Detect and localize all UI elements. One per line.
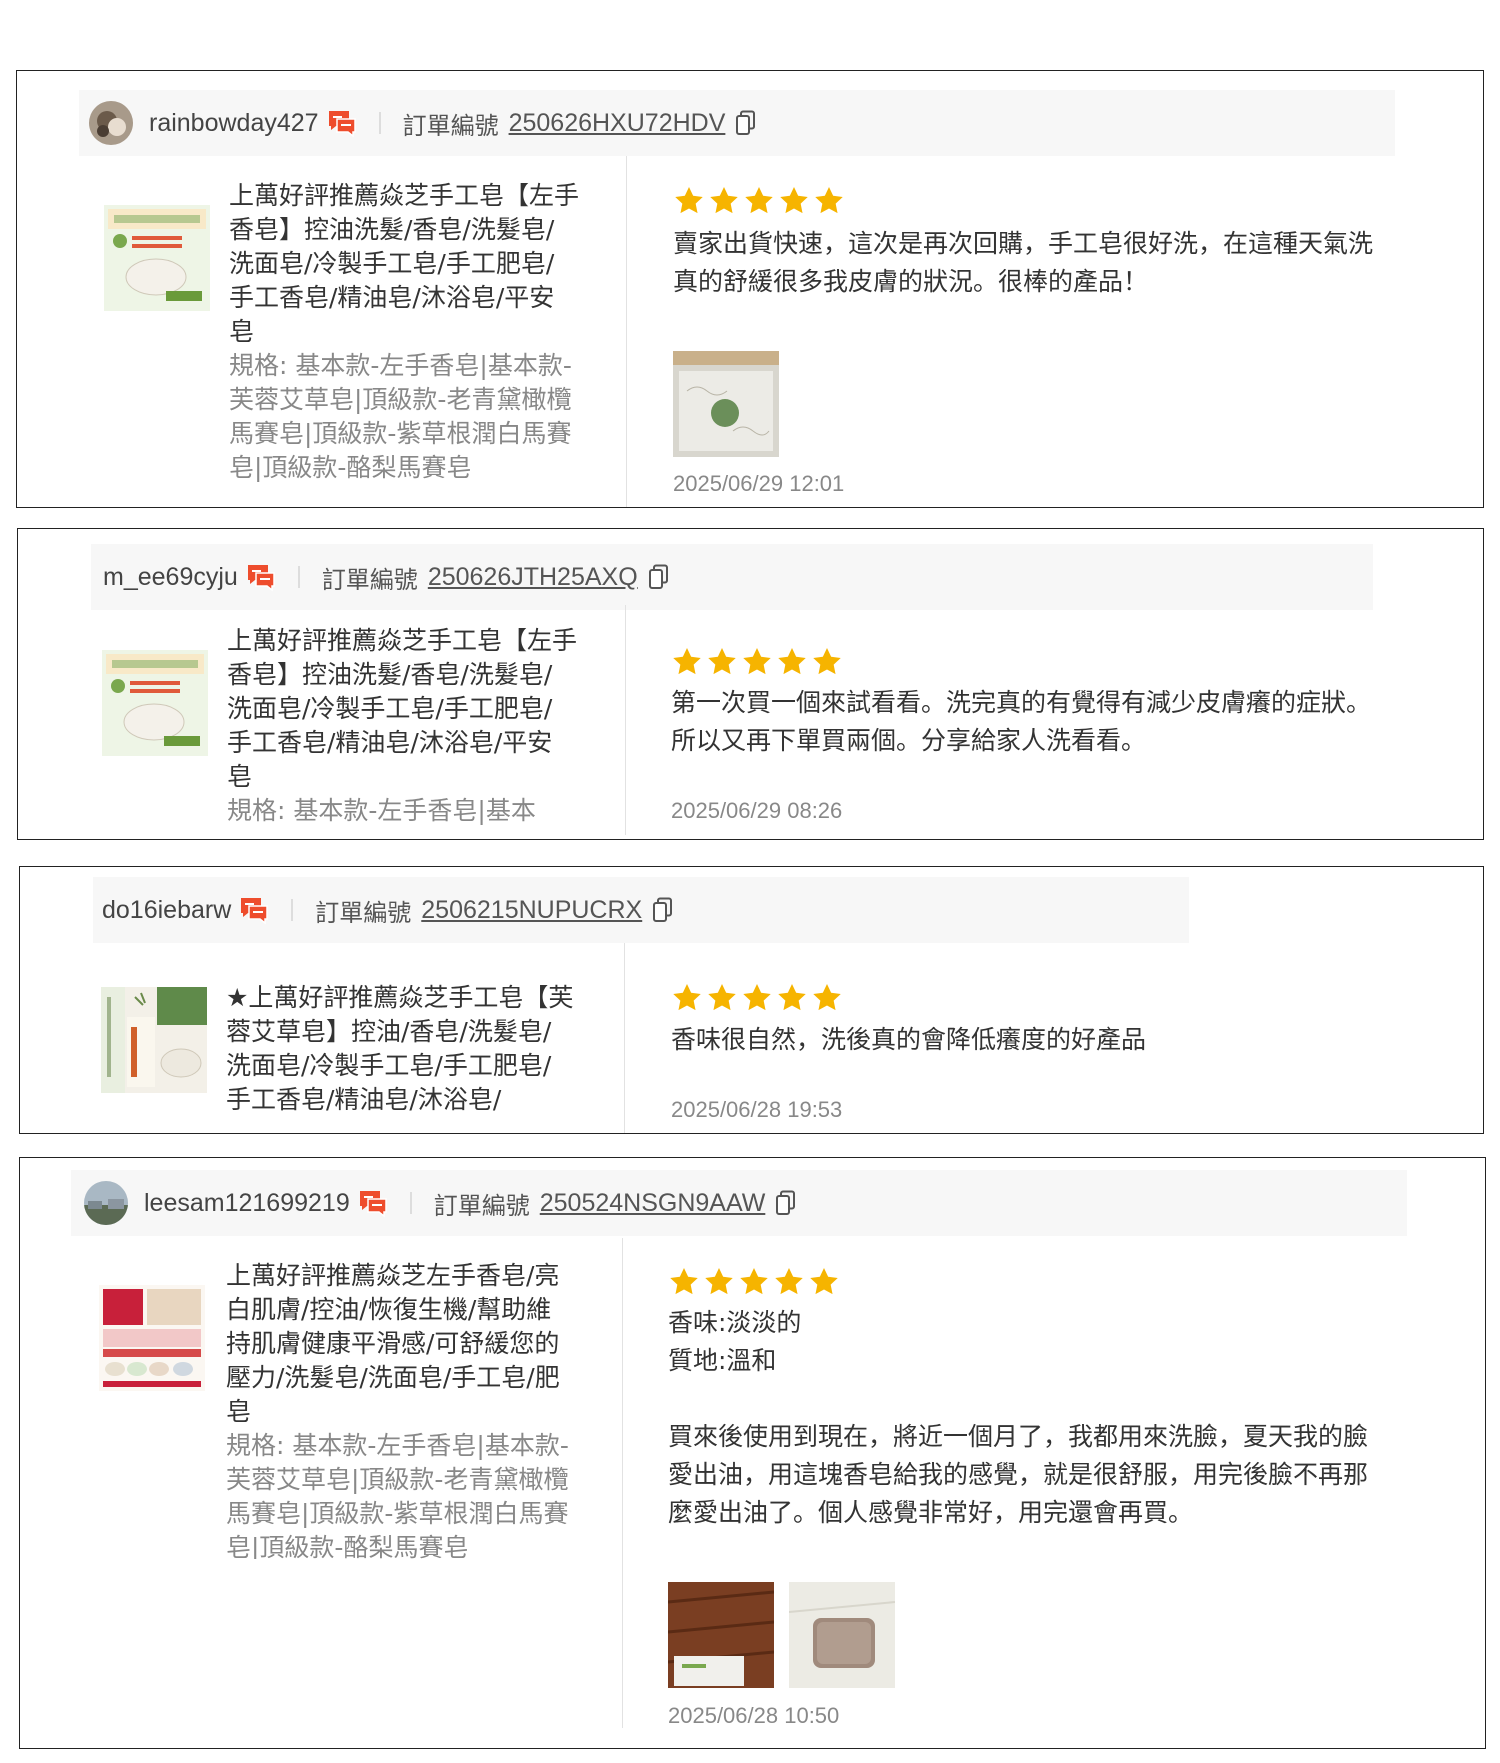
avatar[interactable]: [84, 1181, 128, 1225]
star-icon: [673, 185, 705, 217]
chat-icon[interactable]: [246, 562, 276, 592]
product-image[interactable]: [101, 987, 207, 1093]
review-date: 2025/06/28 10:50: [668, 1703, 840, 1728]
star-icon: [671, 982, 703, 1014]
avatar[interactable]: [89, 101, 133, 145]
star-icon: [743, 185, 775, 217]
review-photo[interactable]: [789, 1582, 895, 1688]
chat-icon[interactable]: [239, 895, 269, 925]
divider: [297, 566, 300, 588]
product-title[interactable]: 上萬好評推薦焱芝手工皂【左手香皂】控油洗髮/香皂/洗髮皂/洗面皂/冷製手工皂/手…: [227, 626, 577, 791]
star-icon: [741, 982, 773, 1014]
divider: [378, 112, 381, 134]
copy-icon[interactable]: [775, 1190, 797, 1216]
review-text: 香味:淡淡的 質地:溫和 買來後使用到現在，將近一個月了，我都用來洗臉，夏天我的…: [668, 1308, 1369, 1527]
star-icon: [708, 185, 740, 217]
star-icon: [738, 1266, 770, 1298]
star-icon: [778, 185, 810, 217]
username[interactable]: leesam121699219: [144, 1189, 350, 1218]
review-date: 2025/06/28 19:53: [671, 1097, 843, 1122]
star-icon: [811, 982, 843, 1014]
column-divider: [622, 1238, 623, 1728]
product-spec: 規格: 基本款-左手香皂|基本款-芙蓉艾草皂|頂級款-老青黛橄欖馬賽皂|頂級款-…: [226, 1431, 569, 1559]
star-icon: [773, 1266, 805, 1298]
rating-stars: [671, 646, 846, 678]
username[interactable]: rainbowday427: [149, 109, 319, 138]
rating-stars: [671, 982, 846, 1014]
product-title[interactable]: 上萬好評推薦焱芝手工皂【左手香皂】控油洗髮/香皂/洗髮皂/洗面皂/冷製手工皂/手…: [229, 181, 579, 346]
product-spec: 規格: 基本款-左手香皂|基本: [227, 796, 536, 825]
product-image[interactable]: [104, 205, 210, 311]
username[interactable]: m_ee69cyju: [103, 563, 238, 592]
review-header: m_ee69cyju 訂單編號 250626JTH25AXQ: [91, 544, 1373, 610]
star-icon: [813, 185, 845, 217]
divider: [291, 899, 294, 921]
product-name[interactable]: 上萬好評推薦焱芝左手香皂/亮白肌膚/控油/恢復生機/幫助維持肌膚健康平滑感/可舒…: [226, 1259, 576, 1559]
star-icon: [703, 1266, 735, 1298]
star-icon: [706, 982, 738, 1014]
review-card: leesam121699219 訂單編號 250524NSGN9AAW 上萬好評…: [19, 1157, 1486, 1749]
product-name[interactable]: ★上萬好評推薦焱芝手工皂【芙蓉艾草皂】控油/香皂/洗髮皂/洗面皂/冷製手工皂/手…: [226, 981, 576, 1131]
order-label: 訂單編號: [402, 111, 499, 140]
order-number-link[interactable]: 250626HXU72HDV: [509, 109, 726, 138]
rating-stars: [668, 1266, 843, 1298]
copy-icon[interactable]: [652, 897, 674, 923]
star-icon: [706, 646, 738, 678]
order-label: 訂單編號: [321, 565, 418, 594]
column-divider: [624, 943, 625, 1133]
product-title[interactable]: 上萬好評推薦焱芝左手香皂/亮白肌膚/控油/恢復生機/幫助維持肌膚健康平滑感/可舒…: [226, 1261, 560, 1426]
rating-stars: [673, 185, 848, 217]
order-number-link[interactable]: 2506215NUPUCRX: [421, 896, 642, 925]
star-icon: [808, 1266, 840, 1298]
review-header: do16iebarw 訂單編號 2506215NUPUCRX: [93, 877, 1189, 943]
review-header: rainbowday427 訂單編號 250626HXU72HDV: [79, 90, 1395, 156]
review-header: leesam121699219 訂單編號 250524NSGN9AAW: [71, 1170, 1407, 1236]
star-icon: [776, 646, 808, 678]
product-spec: 規格: 基本款-左手香皂|基本款-芙蓉艾草皂|頂級款-老青黛橄欖馬賽皂|頂級款-…: [229, 351, 572, 482]
column-divider: [625, 605, 626, 835]
review-text: 第一次買一個來試看看。洗完真的有覺得有減少皮膚癢的症狀。所以又再下單買兩個。分享…: [671, 688, 1372, 755]
review-card: do16iebarw 訂單編號 2506215NUPUCRX ★上萬好評推薦焱芝…: [19, 866, 1484, 1134]
chat-icon[interactable]: [358, 1188, 388, 1218]
star-icon: [811, 646, 843, 678]
order-label: 訂單編號: [433, 1191, 530, 1220]
order-number-link[interactable]: 250626JTH25AXQ: [428, 563, 638, 592]
review-text: 賣家出貨快速，這次是再次回購，手工皂很好洗，在這種天氣洗真的舒緩很多我皮膚的狀況…: [673, 229, 1374, 296]
review-photo[interactable]: [673, 351, 779, 457]
copy-icon[interactable]: [735, 110, 757, 136]
star-icon: [741, 646, 773, 678]
review-card: rainbowday427 訂單編號 250626HXU72HDV 上萬好評推薦…: [16, 70, 1484, 508]
review-date: 2025/06/29 12:01: [673, 471, 845, 496]
star-icon: [776, 982, 808, 1014]
product-name[interactable]: 上萬好評推薦焱芝手工皂【左手香皂】控油洗髮/香皂/洗髮皂/洗面皂/冷製手工皂/手…: [229, 179, 579, 507]
review-card: m_ee69cyju 訂單編號 250626JTH25AXQ 上萬好評推薦焱芝手…: [17, 528, 1484, 840]
username[interactable]: do16iebarw: [102, 896, 231, 925]
star-icon: [671, 646, 703, 678]
order-number-link[interactable]: 250524NSGN9AAW: [540, 1189, 766, 1218]
product-image[interactable]: [102, 650, 208, 756]
column-divider: [626, 156, 627, 507]
divider: [409, 1192, 412, 1214]
product-name[interactable]: 上萬好評推薦焱芝手工皂【左手香皂】控油洗髮/香皂/洗髮皂/洗面皂/冷製手工皂/手…: [227, 624, 577, 834]
chat-icon[interactable]: [327, 108, 357, 138]
order-label: 訂單編號: [315, 898, 412, 927]
review-photo[interactable]: [668, 1582, 774, 1688]
product-image[interactable]: [99, 1285, 205, 1391]
review-text: 香味很自然，洗後真的會降低癢度的好產品: [671, 1025, 1147, 1054]
star-icon: [668, 1266, 700, 1298]
review-date: 2025/06/29 08:26: [671, 798, 843, 823]
copy-icon[interactable]: [648, 564, 670, 590]
product-title[interactable]: ★上萬好評推薦焱芝手工皂【芙蓉艾草皂】控油/香皂/洗髮皂/洗面皂/冷製手工皂/手…: [226, 983, 573, 1114]
